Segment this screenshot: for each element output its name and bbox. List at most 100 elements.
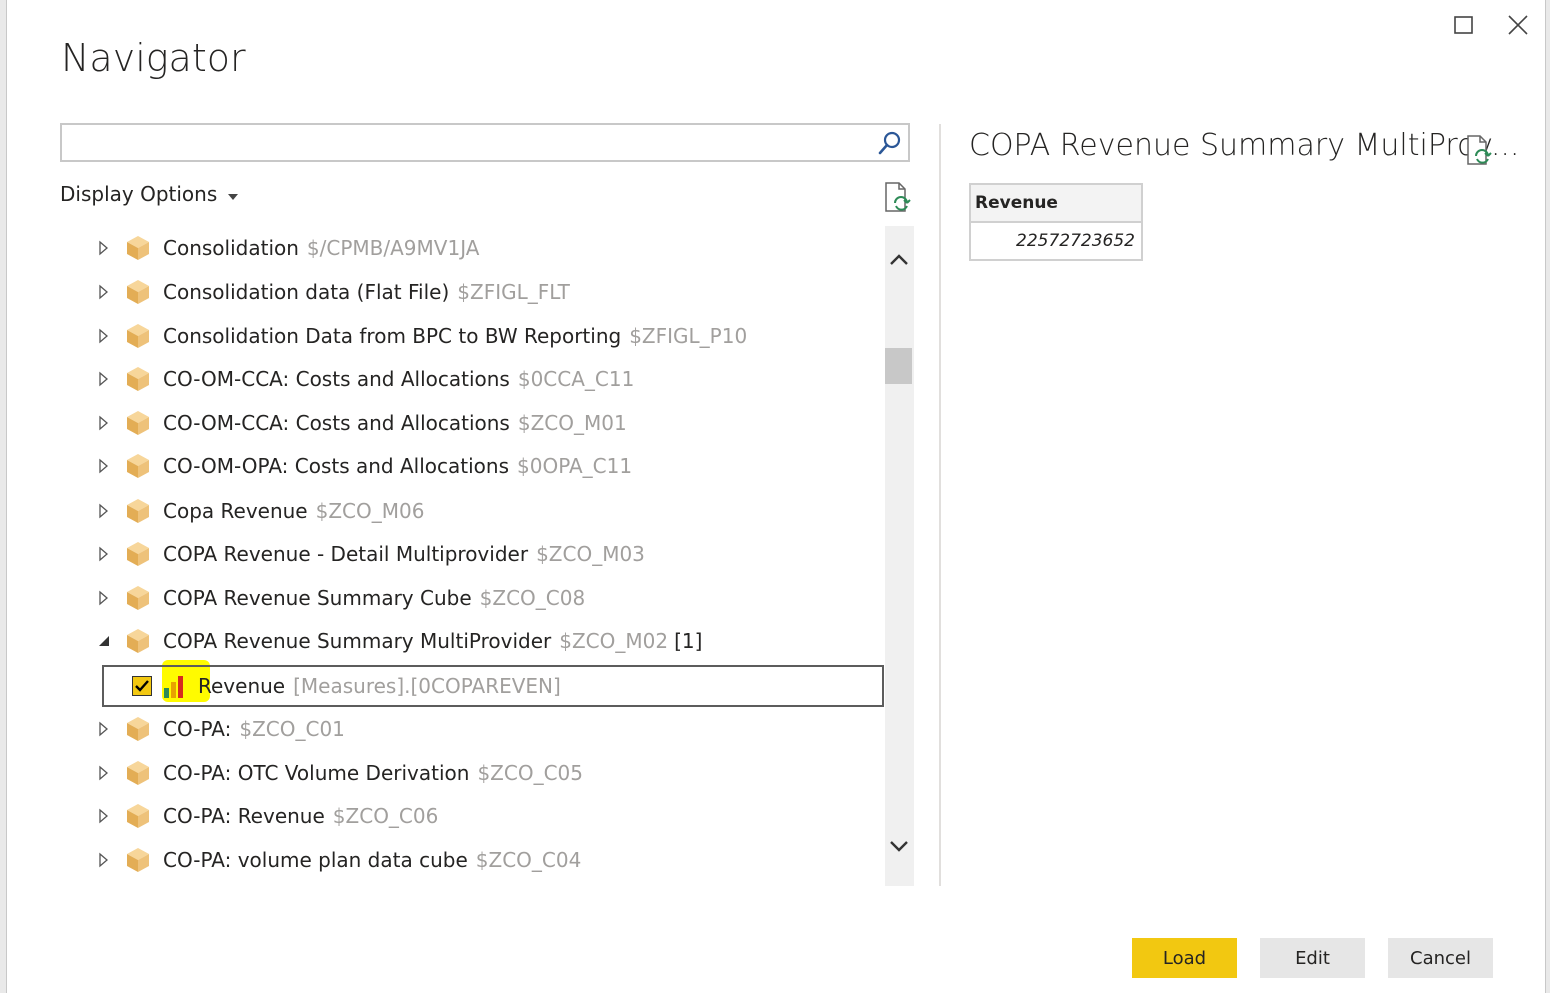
tree-row-name: CO-PA: <box>163 717 232 741</box>
cube-icon <box>125 759 151 787</box>
tree-row[interactable]: CO-PA: $ZCO_C01 <box>87 709 345 749</box>
preview-table: Revenue 22572723652 <box>969 183 1143 261</box>
tree-row-name: CO-PA: volume plan data cube <box>163 848 468 872</box>
tree-row-code: $0OPA_C11 <box>517 454 633 478</box>
tree-row-code: $0CCA_C11 <box>517 367 635 391</box>
tree-row-code: $/CPMB/A9MV1JA <box>306 236 480 260</box>
tree-row[interactable]: COPA Revenue Summary MultiProvider $ZCO_M… <box>87 621 702 661</box>
tree-row-name: CO-PA: Revenue <box>163 804 325 828</box>
tree-row-code: $ZCO_C08 <box>479 586 586 610</box>
caret-down-icon <box>227 182 239 206</box>
child-item-code: [Measures].[0COPAREVEN] <box>293 674 561 698</box>
tree-row[interactable]: COPA Revenue Summary Cube $ZCO_C08 <box>87 578 585 618</box>
tree-row-code: $ZCO_C05 <box>477 761 583 785</box>
collapsed-arrow-icon[interactable] <box>95 327 113 345</box>
tree-row-name: Consolidation <box>163 236 299 260</box>
refresh-icon[interactable] <box>883 181 913 213</box>
tree-row-name: Copa Revenue <box>163 499 308 523</box>
tree-row-code: $ZFIGL_P10 <box>629 324 748 348</box>
collapsed-arrow-icon[interactable] <box>95 720 113 738</box>
tree-row[interactable]: CO-PA: volume plan data cube $ZCO_C04 <box>87 840 581 880</box>
tree-row-name: COPA Revenue Summary Cube <box>163 586 472 610</box>
collapsed-arrow-icon[interactable] <box>95 370 113 388</box>
cube-icon <box>125 452 151 480</box>
collapsed-arrow-icon[interactable] <box>95 589 113 607</box>
scrollbar-thumb[interactable] <box>885 348 912 384</box>
chevron-up-icon[interactable] <box>887 248 911 272</box>
cube-icon <box>125 627 151 655</box>
collapsed-arrow-icon[interactable] <box>95 283 113 301</box>
tree-row-code: $ZCO_M01 <box>517 411 627 435</box>
collapsed-arrow-icon[interactable] <box>95 239 113 257</box>
tree-row-name: Consolidation data (Flat File) <box>163 280 450 304</box>
collapsed-arrow-icon[interactable] <box>95 457 113 475</box>
search-input[interactable] <box>70 125 874 161</box>
edit-button[interactable]: Edit <box>1260 938 1365 978</box>
cube-icon <box>125 409 151 437</box>
tree-row[interactable]: COPA Revenue - Detail Multiprovider $ZCO_… <box>87 534 645 574</box>
collapsed-arrow-icon[interactable] <box>95 414 113 432</box>
close-icon[interactable] <box>1505 12 1531 38</box>
load-button[interactable]: Load <box>1132 938 1237 978</box>
tree-row-name: CO-OM-CCA: Costs and Allocations <box>163 367 510 391</box>
tree-row[interactable]: Consolidation $/CPMB/A9MV1JA <box>87 228 479 268</box>
search-icon[interactable] <box>876 129 904 157</box>
tree-row-name: CO-PA: OTC Volume Derivation <box>163 761 470 785</box>
tree-row-code: $ZCO_C01 <box>239 717 345 741</box>
cube-icon <box>125 846 151 874</box>
tree-row[interactable]: Copa Revenue $ZCO_M06 <box>87 491 424 531</box>
expanded-arrow-icon[interactable] <box>95 632 113 650</box>
display-options-dropdown[interactable]: Display Options <box>60 182 239 206</box>
preview-title: COPA Revenue Summary MultiProv... <box>969 128 1520 163</box>
cube-icon <box>125 322 151 350</box>
tree-row[interactable]: CO-OM-CCA: Costs and Allocations $ZCO_M01 <box>87 403 627 443</box>
tree-row-name: COPA Revenue Summary MultiProvider <box>163 629 552 653</box>
cube-icon <box>125 234 151 262</box>
tree-row-name: Consolidation Data from BPC to BW Report… <box>163 324 622 348</box>
cube-icon <box>125 278 151 306</box>
tree-child-row-revenue[interactable]: Revenue [Measures].[0COPAREVEN] <box>102 665 884 707</box>
refresh-preview-icon[interactable] <box>1465 134 1493 166</box>
search-box[interactable] <box>60 123 910 162</box>
tree-row-name: CO-OM-CCA: Costs and Allocations <box>163 411 510 435</box>
tree-row-code: $ZCO_C04 <box>475 848 582 872</box>
collapsed-arrow-icon[interactable] <box>95 851 113 869</box>
cube-icon <box>125 365 151 393</box>
pane-divider <box>939 124 941 886</box>
tree-scrollbar[interactable] <box>885 226 914 886</box>
tree-row-code: $ZCO_M06 <box>315 499 425 523</box>
cancel-button[interactable]: Cancel <box>1388 938 1493 978</box>
cube-icon <box>125 497 151 525</box>
tree-row-code: $ZCO_C06 <box>332 804 439 828</box>
child-item-name: Revenue <box>198 674 286 698</box>
tree-row[interactable]: CO-OM-OPA: Costs and Allocations $0OPA_C1… <box>87 446 632 486</box>
tree-row-name: COPA Revenue - Detail Multiprovider <box>163 542 529 566</box>
bar-chart-icon <box>160 672 188 700</box>
preview-column-header[interactable]: Revenue <box>969 183 1143 223</box>
tree-row-code: $ZFIGL_FLT <box>457 280 570 304</box>
tree-row[interactable]: CO-PA: OTC Volume Derivation $ZCO_C05 <box>87 753 583 793</box>
preview-cell-value: 22572723652 <box>969 221 1143 261</box>
collapsed-arrow-icon[interactable] <box>95 502 113 520</box>
tree-row-code: $ZCO_M02 <box>559 629 669 653</box>
display-options-label: Display Options <box>60 182 218 206</box>
collapsed-arrow-icon[interactable] <box>95 764 113 782</box>
cube-icon <box>125 715 151 743</box>
tree-row[interactable]: Consolidation data (Flat File) $ZFIGL_FLT <box>87 272 570 312</box>
tree-row[interactable]: CO-PA: Revenue $ZCO_C06 <box>87 796 438 836</box>
chevron-down-icon[interactable] <box>887 834 911 858</box>
tree-row-count: [1] <box>674 629 703 653</box>
dialog-title: Navigator <box>61 36 246 80</box>
revenue-checkbox[interactable] <box>132 676 152 696</box>
collapsed-arrow-icon[interactable] <box>95 807 113 825</box>
tree-row-name: CO-OM-OPA: Costs and Allocations <box>163 454 509 478</box>
tree-row[interactable]: Consolidation Data from BPC to BW Report… <box>87 316 747 356</box>
collapsed-arrow-icon[interactable] <box>95 545 113 563</box>
cube-icon <box>125 584 151 612</box>
maximize-icon[interactable] <box>1451 12 1477 38</box>
navigator-dialog: Navigator Display Options Consolidation $… <box>6 0 1546 993</box>
cube-icon <box>125 540 151 568</box>
tree-row[interactable]: CO-OM-CCA: Costs and Allocations $0CCA_C1… <box>87 359 634 399</box>
tree-row-code: $ZCO_M03 <box>536 542 645 566</box>
cube-icon <box>125 802 151 830</box>
